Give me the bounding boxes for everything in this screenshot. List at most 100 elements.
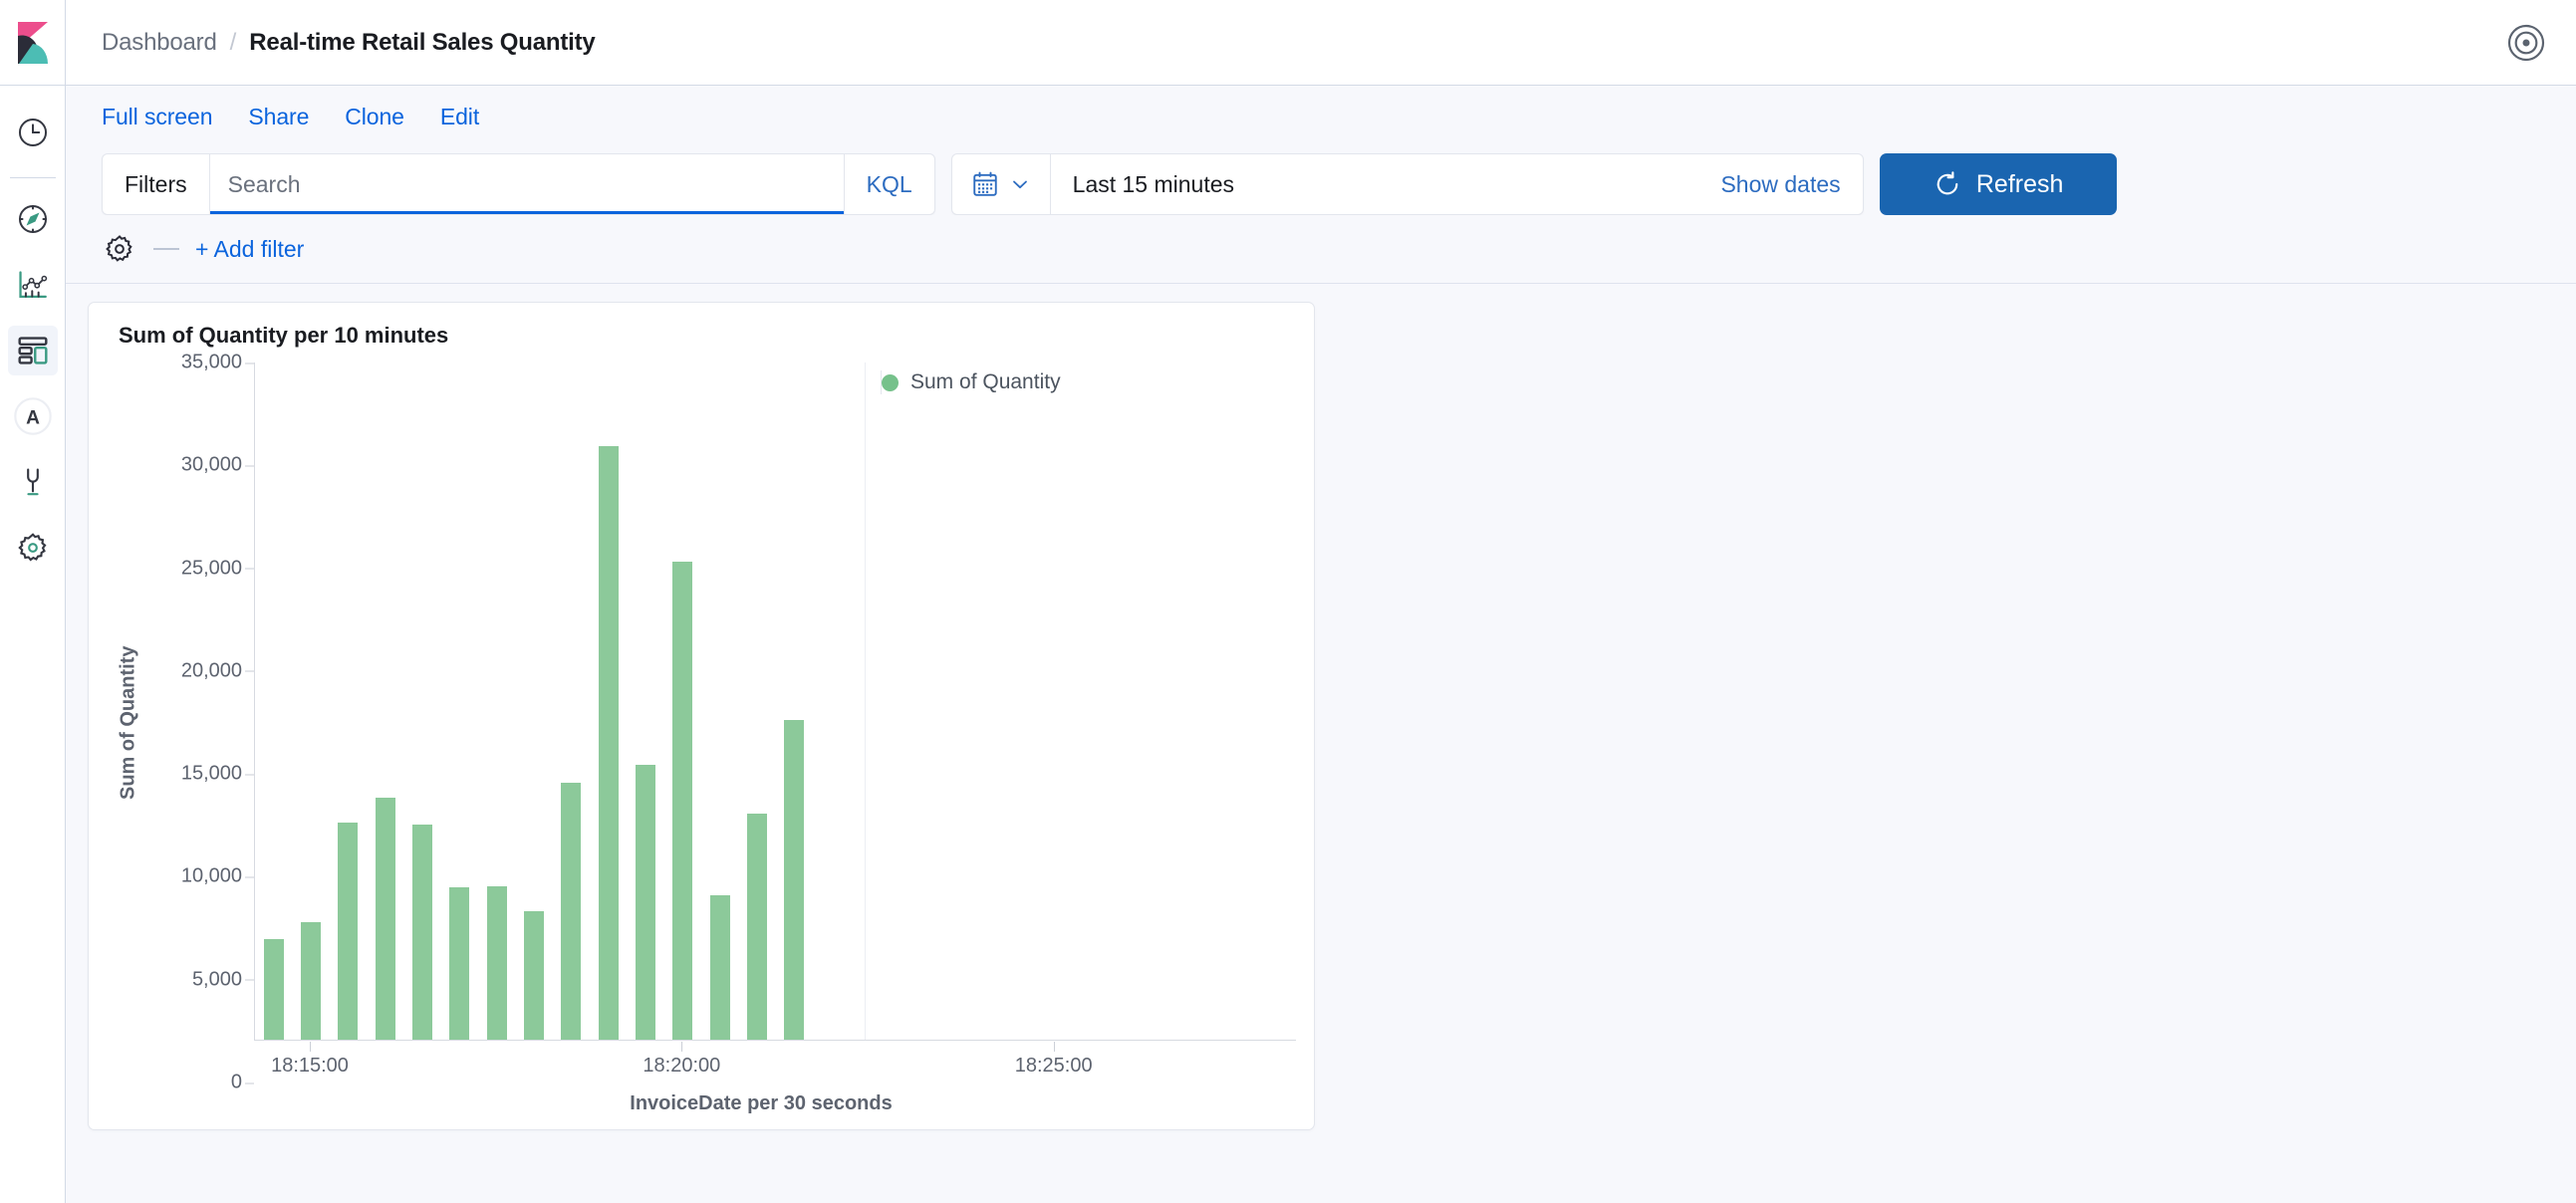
gear-icon (16, 531, 50, 565)
y-axis-tick-label: 10,000 (181, 865, 242, 888)
bar-slot (255, 362, 292, 1040)
sidebar-item-visualize[interactable] (8, 260, 58, 310)
full-screen-link[interactable]: Full screen (102, 104, 212, 130)
filter-bar: + Add filter (66, 215, 2576, 284)
sidebar-item-dev-tools[interactable] (8, 457, 58, 507)
bar[interactable] (487, 886, 507, 1040)
main-content-area: Dashboard / Real-time Retail Sales Quant… (66, 0, 2576, 1203)
y-axis-tick-label: 0 (231, 1072, 242, 1094)
date-range-value[interactable]: Last 15 minutes (1051, 154, 1699, 214)
bar[interactable] (561, 783, 581, 1040)
legend-divider (865, 362, 866, 1040)
breadcrumb-separator: / (230, 29, 237, 57)
clone-link[interactable]: Clone (345, 104, 404, 130)
add-filter-button[interactable]: + Add filter (195, 236, 304, 263)
refresh-icon (1932, 169, 1962, 199)
x-axis-tick-label: 18:25:00 (1015, 1055, 1093, 1078)
compass-icon (16, 202, 50, 236)
x-axis-ticks: 18:15:00 18:20:00 18:25:00 (254, 1043, 1296, 1083)
y-axis-tick-label: 15,000 (181, 763, 242, 786)
primary-navigation-rail: A (0, 0, 66, 1203)
y-axis-tick-label: 30,000 (181, 454, 242, 477)
plot-column: Sum of Quantity 18:15:00 18:20:00 18:25:00 (254, 362, 1296, 1083)
legend-color-dot (882, 374, 899, 391)
bar[interactable] (599, 446, 619, 1040)
bar[interactable] (710, 895, 730, 1040)
kibana-logo-icon (16, 22, 50, 64)
refresh-button[interactable]: Refresh (1880, 153, 2117, 215)
search-input[interactable] (228, 171, 826, 198)
filters-button[interactable]: Filters (103, 154, 210, 214)
x-axis-tick-label: 18:20:00 (643, 1055, 720, 1078)
filter-options-gear-icon[interactable] (102, 231, 137, 267)
chart-legend: Sum of Quantity (881, 370, 1061, 394)
breadcrumb-dashboard[interactable]: Dashboard (102, 29, 217, 57)
calendar-icon (970, 169, 1000, 199)
legend-item-label[interactable]: Sum of Quantity (910, 370, 1061, 394)
apm-letter-a-icon: A (13, 396, 53, 436)
bar[interactable] (784, 720, 804, 1040)
bar[interactable] (301, 922, 321, 1041)
bar-slot (515, 362, 552, 1040)
bar[interactable] (264, 939, 284, 1040)
bar-slot (738, 362, 775, 1040)
query-language-button[interactable]: KQL (844, 154, 934, 214)
edit-link[interactable]: Edit (440, 104, 479, 130)
bar-slot (553, 362, 590, 1040)
y-axis-title: Sum of Quantity (115, 362, 142, 1083)
dashboard-icon (16, 334, 50, 367)
search-focus-underline (210, 211, 844, 214)
help-circle-icon[interactable] (2506, 23, 2546, 63)
bar-slot (478, 362, 515, 1040)
sidebar-item-management[interactable] (8, 523, 58, 573)
rail-icon-list: A (0, 86, 66, 573)
sidebar-item-apm[interactable]: A (8, 391, 58, 441)
show-dates-button[interactable]: Show dates (1698, 154, 1862, 214)
bar[interactable] (636, 765, 655, 1040)
kibana-dashboard-app: A Dashboard / (0, 0, 2576, 1203)
bar[interactable] (524, 911, 544, 1040)
sidebar-item-recently-viewed[interactable] (8, 108, 58, 157)
page-title: Real-time Retail Sales Quantity (249, 29, 595, 57)
y-axis-tick-label: 35,000 (181, 352, 242, 374)
bar-slot (627, 362, 663, 1040)
kibana-logo[interactable] (0, 0, 66, 86)
bar-slot (701, 362, 738, 1040)
refresh-button-label: Refresh (1976, 170, 2064, 199)
wrench-icon (16, 465, 50, 499)
sidebar-item-dashboard[interactable] (8, 326, 58, 375)
bar[interactable] (672, 562, 692, 1040)
bar-chart-icon (16, 268, 50, 302)
dashboard-actions-bar: Full screen Share Clone Edit (66, 86, 2576, 147)
y-axis-tick-label: 5,000 (192, 968, 242, 991)
x-axis-tick-label: 18:15:00 (271, 1055, 349, 1078)
share-link[interactable]: Share (248, 104, 309, 130)
bar-slot (292, 362, 329, 1040)
rail-divider (10, 177, 56, 178)
bar[interactable] (449, 887, 469, 1040)
visualization-panel[interactable]: Sum of Quantity per 10 minutes Sum of Qu… (88, 302, 1315, 1130)
filter-row-divider (153, 248, 179, 250)
bar-slot (330, 362, 367, 1040)
bar-slot (776, 362, 813, 1040)
date-picker-group: Last 15 minutes Show dates (951, 153, 1864, 215)
y-axis-tick-label: 20,000 (181, 659, 242, 682)
panel-title: Sum of Quantity per 10 minutes (107, 319, 1296, 355)
bar-slot (664, 362, 701, 1040)
dashboard-canvas: Sum of Quantity per 10 minutes Sum of Qu… (66, 284, 2576, 1203)
bar-slot (441, 362, 478, 1040)
plot-area: Sum of Quantity (254, 362, 1296, 1041)
query-bar: Filters KQL (66, 147, 2576, 215)
bar-slot (367, 362, 403, 1040)
bar[interactable] (376, 798, 395, 1040)
chevron-down-icon (1008, 172, 1032, 196)
bar[interactable] (338, 823, 358, 1040)
bar[interactable] (412, 825, 432, 1040)
sidebar-item-discover[interactable] (8, 194, 58, 244)
bar-slot (590, 362, 627, 1040)
bar-slot (403, 362, 440, 1040)
search-field-wrapper (210, 154, 844, 214)
bar[interactable] (747, 814, 767, 1040)
clock-icon (16, 116, 50, 149)
quick-select-button[interactable] (952, 154, 1051, 214)
